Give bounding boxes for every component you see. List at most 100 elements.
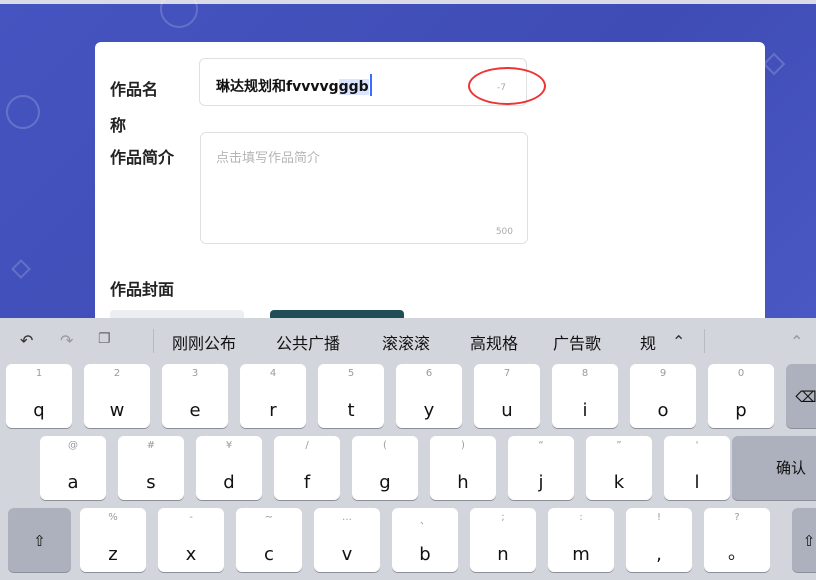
toolbar-divider — [704, 329, 705, 353]
key-secondary-symbol: ~ — [264, 512, 274, 523]
key-secondary-symbol: 0 — [737, 368, 745, 379]
desc-char-limit: 500 — [495, 227, 513, 237]
key-row2-1[interactable]: # s — [118, 436, 184, 500]
candidate-6[interactable]: 规 — [640, 330, 656, 354]
key-row1-2[interactable]: 3e — [162, 364, 228, 428]
key-secondary-symbol: … — [342, 512, 352, 523]
key-row2-3[interactable]: / f — [274, 436, 340, 500]
key-primary-symbol: 。 — [728, 543, 746, 564]
key-primary-symbol: y — [423, 400, 435, 421]
redo-icon[interactable]: ↷ — [60, 331, 73, 350]
key-row3-0[interactable]: % z — [80, 508, 146, 572]
key-secondary-symbol: ¥ — [225, 440, 233, 451]
key-primary-symbol: i — [582, 400, 588, 421]
work-name-value: 琳达规划和fvvvvgggb — [216, 74, 372, 96]
decor-diamond-icon — [762, 52, 786, 76]
key-primary-symbol: s — [146, 472, 156, 493]
key-row3-8[interactable]: ?。 — [704, 508, 770, 572]
key-row3-1[interactable]: -x — [158, 508, 224, 572]
key-secondary-symbol: ' — [695, 440, 699, 451]
key-row3-7[interactable]: !, — [626, 508, 692, 572]
decor-planet-icon — [6, 95, 40, 129]
key-row1-1[interactable]: 2w — [84, 364, 150, 428]
decor-diamond-icon — [11, 259, 31, 279]
key-secondary-symbol: 9 — [659, 368, 667, 379]
key-primary-symbol: g — [379, 472, 391, 493]
candidate-5[interactable]: 广告歌 — [553, 330, 601, 354]
key-row2-5[interactable]: ) h — [430, 436, 496, 500]
backspace-key[interactable]: ⌫ — [786, 364, 816, 428]
work-desc-input[interactable]: 点击填写作品简介 500 — [200, 132, 528, 244]
key-row3-3[interactable]: … v — [314, 508, 380, 572]
key-secondary-symbol: 1 — [35, 368, 43, 379]
confirm-key[interactable]: 确认 — [732, 436, 816, 500]
key-primary-symbol: f — [303, 472, 311, 493]
key-secondary-symbol: 、 — [420, 516, 430, 527]
candidate-bar: ↶ ↷ ❐ 刚刚公布 公共广播 滚滚滚 高规格 广告歌 规 ⌃ ⌃ — [0, 318, 816, 364]
key-row2-2[interactable]: ¥ d — [196, 436, 262, 500]
key-row1-6[interactable]: 7u — [474, 364, 540, 428]
key-secondary-symbol: ; — [501, 512, 505, 523]
key-primary-symbol: h — [457, 472, 469, 493]
key-primary-symbol: o — [657, 400, 669, 421]
key-primary-symbol: c — [264, 544, 274, 565]
candidate-4[interactable]: 高规格 — [470, 330, 518, 354]
key-primary-symbol: r — [269, 400, 277, 421]
key-row1-8[interactable]: 9o — [630, 364, 696, 428]
key-secondary-symbol: 6 — [425, 368, 433, 379]
candidate-2[interactable]: 公共广播 — [276, 330, 340, 354]
key-row1-4[interactable]: 5t — [318, 364, 384, 428]
key-row1-5[interactable]: 6y — [396, 364, 462, 428]
key-row1-3[interactable]: 4r — [240, 364, 306, 428]
shift-key-right[interactable]: ⇧ — [792, 508, 816, 572]
collapse-keyboard-icon[interactable]: ⌃ — [790, 332, 803, 351]
work-cover-label: 作品封面 — [110, 280, 175, 299]
key-secondary-symbol: ? — [734, 512, 740, 523]
key-row2-7[interactable]: ” k — [586, 436, 652, 500]
key-secondary-symbol: % — [108, 512, 118, 523]
key-secondary-symbol: - — [189, 512, 193, 523]
key-primary-symbol: l — [694, 472, 700, 493]
key-secondary-symbol: ! — [656, 512, 661, 523]
key-row2-4[interactable]: (g — [352, 436, 418, 500]
key-row3-2[interactable]: ~ c — [236, 508, 302, 572]
key-secondary-symbol: ) — [461, 440, 465, 451]
key-secondary-symbol: / — [305, 440, 309, 451]
key-row3-4[interactable]: 、 b — [392, 508, 458, 572]
key-primary-symbol: j — [538, 472, 544, 493]
key-row2-6[interactable]: “j — [508, 436, 574, 500]
key-secondary-symbol: ” — [616, 440, 622, 451]
key-row3-5[interactable]: ; n — [470, 508, 536, 572]
key-row2-8[interactable]: ' l — [664, 436, 730, 500]
key-secondary-symbol: 4 — [269, 368, 277, 379]
key-secondary-symbol: @ — [68, 440, 78, 451]
key-primary-symbol: n — [497, 544, 509, 565]
key-primary-symbol: k — [613, 472, 625, 493]
decor-planet-icon — [160, 0, 198, 28]
key-primary-symbol: b — [419, 544, 431, 565]
shift-icon: ⇧ — [33, 532, 46, 550]
candidate-3[interactable]: 滚滚滚 — [382, 330, 430, 354]
key-primary-symbol: x — [185, 544, 197, 565]
undo-icon[interactable]: ↶ — [20, 331, 33, 350]
shift-key-left[interactable]: ⇧ — [8, 508, 71, 572]
toolbar-divider — [153, 329, 154, 353]
key-secondary-symbol: # — [146, 440, 156, 451]
work-desc-label: 作品简介 — [110, 148, 175, 167]
key-primary-symbol: p — [735, 400, 747, 421]
key-primary-symbol: w — [109, 400, 125, 421]
key-row1-9[interactable]: 0p — [708, 364, 774, 428]
candidate-1[interactable]: 刚刚公布 — [172, 330, 236, 354]
key-secondary-symbol: 7 — [503, 368, 511, 379]
highlight-circle — [468, 67, 546, 105]
key-row1-0[interactable]: 1q — [6, 364, 72, 428]
key-row2-0[interactable]: @ a — [40, 436, 106, 500]
key-primary-symbol: z — [108, 544, 118, 565]
expand-candidates-icon[interactable]: ⌃ — [672, 332, 685, 351]
key-primary-symbol: t — [347, 400, 355, 421]
key-row3-6[interactable]: :m — [548, 508, 614, 572]
top-divider — [0, 0, 816, 4]
clipboard-icon[interactable]: ❐ — [98, 331, 111, 347]
key-secondary-symbol: 5 — [347, 368, 355, 379]
key-row1-7[interactable]: 8i — [552, 364, 618, 428]
